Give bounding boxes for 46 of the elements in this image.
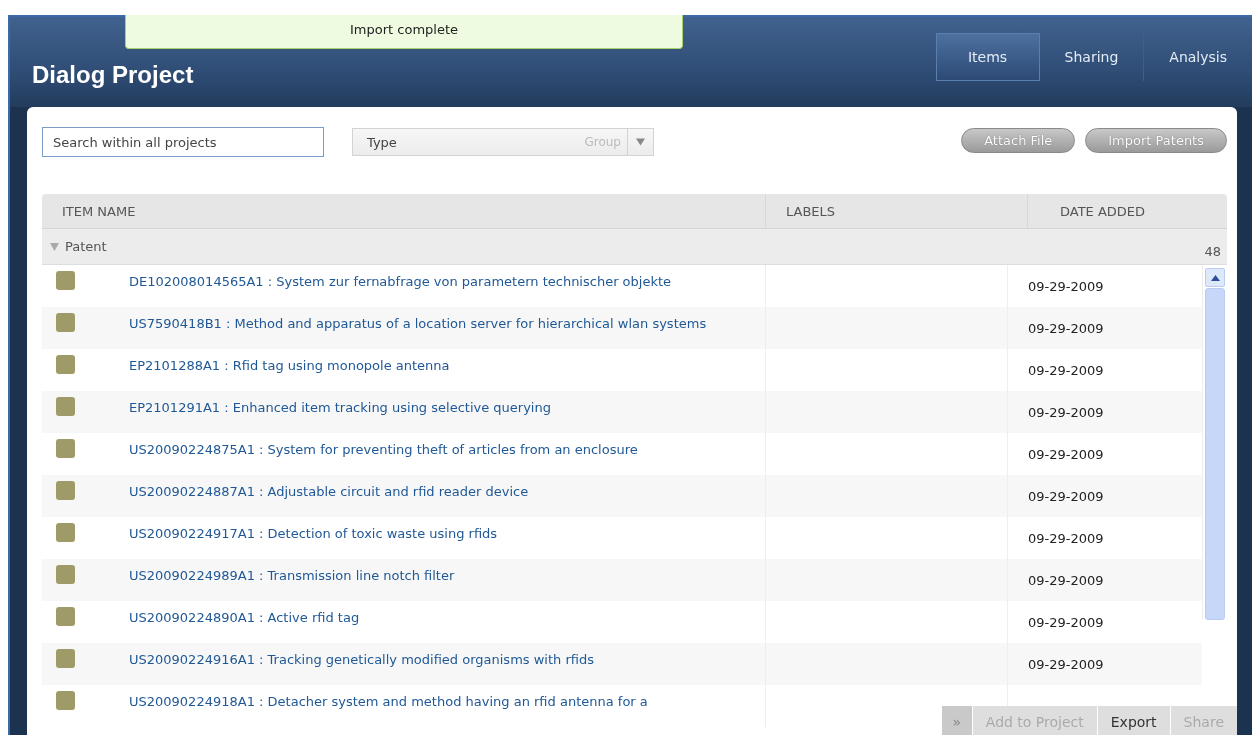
- item-icon: [56, 607, 75, 626]
- date-cell: 09-29-2009: [1028, 446, 1104, 462]
- nav-tab[interactable]: Analysis: [1144, 33, 1252, 81]
- item-link[interactable]: US20090224890A1 : Active rfid tag: [129, 606, 360, 630]
- date-cell: 09-29-2009: [1028, 572, 1104, 588]
- date-cell: 09-29-2009: [1028, 278, 1104, 294]
- date-cell: 09-29-2009: [1028, 362, 1104, 378]
- group-label: Patent: [65, 239, 107, 254]
- item-icon: [56, 397, 75, 416]
- date-cell: 09-29-2009: [1028, 656, 1104, 672]
- type-dropdown[interactable]: Type Group: [352, 128, 654, 156]
- item-link[interactable]: US20090224989A1 : Transmission line notch filter: [129, 564, 455, 588]
- item-icon: [56, 271, 75, 290]
- item-icon: [56, 481, 75, 500]
- nav-tab[interactable]: Items: [935, 33, 1040, 81]
- search-field[interactable]: Search within all projects: [42, 127, 324, 157]
- item-link[interactable]: US7590418B1 : Method and apparatus of a location server for hierarchical wlan systems: [129, 312, 707, 336]
- expand-triangle-icon[interactable]: [50, 242, 59, 251]
- notification-toast: Import complete: [125, 15, 683, 49]
- group-count: 48: [1204, 244, 1221, 259]
- item-link[interactable]: EP2101291A1 : Enhanced item tracking using selective querying: [129, 396, 551, 420]
- item-link[interactable]: US20090224917A1 : Detection of toxic waste using rfids: [129, 522, 498, 546]
- item-link[interactable]: US20090224916A1 : Tracking genetically modified organisms with rfids: [129, 648, 594, 672]
- item-link[interactable]: EP2101288A1 : Rfid tag using monopole antenna: [129, 354, 450, 378]
- item-icon: [56, 649, 75, 668]
- item-icon: [56, 565, 75, 584]
- item-link[interactable]: DE102008014565A1 : System zur fernabfrage von parametern technischer objekte: [129, 270, 672, 294]
- item-icon: [56, 313, 75, 332]
- item-link[interactable]: US20090224918A1 : Detacher system and method having an rfid antenna for a: [129, 690, 648, 714]
- date-cell: 09-29-2009: [1028, 530, 1104, 546]
- column-header[interactable]: LABELS: [765, 194, 1027, 228]
- date-cell: 09-29-2009: [1028, 404, 1104, 420]
- date-cell: 09-29-2009: [1028, 488, 1104, 504]
- date-cell: 09-29-2009: [1028, 320, 1104, 336]
- scrollbar-drawing[interactable]: [1202, 265, 1227, 620]
- item-link[interactable]: US20090224875A1 : System for preventing theft of articles from an enclosure: [129, 438, 638, 462]
- column-header[interactable]: DATE ADDED: [1027, 194, 1227, 228]
- item-link[interactable]: US20090224887A1 : Adjustable circuit and rfid reader device: [129, 480, 529, 504]
- item-icon: [56, 355, 75, 374]
- column-header[interactable]: ITEM NAME: [42, 194, 765, 228]
- item-icon: [56, 439, 75, 458]
- item-icon: [56, 523, 75, 542]
- nav-tab[interactable]: Sharing: [1039, 33, 1145, 81]
- item-icon: [56, 691, 75, 710]
- project-title: Dialog Project: [32, 61, 194, 89]
- date-cell: 09-29-2009: [1028, 614, 1104, 630]
